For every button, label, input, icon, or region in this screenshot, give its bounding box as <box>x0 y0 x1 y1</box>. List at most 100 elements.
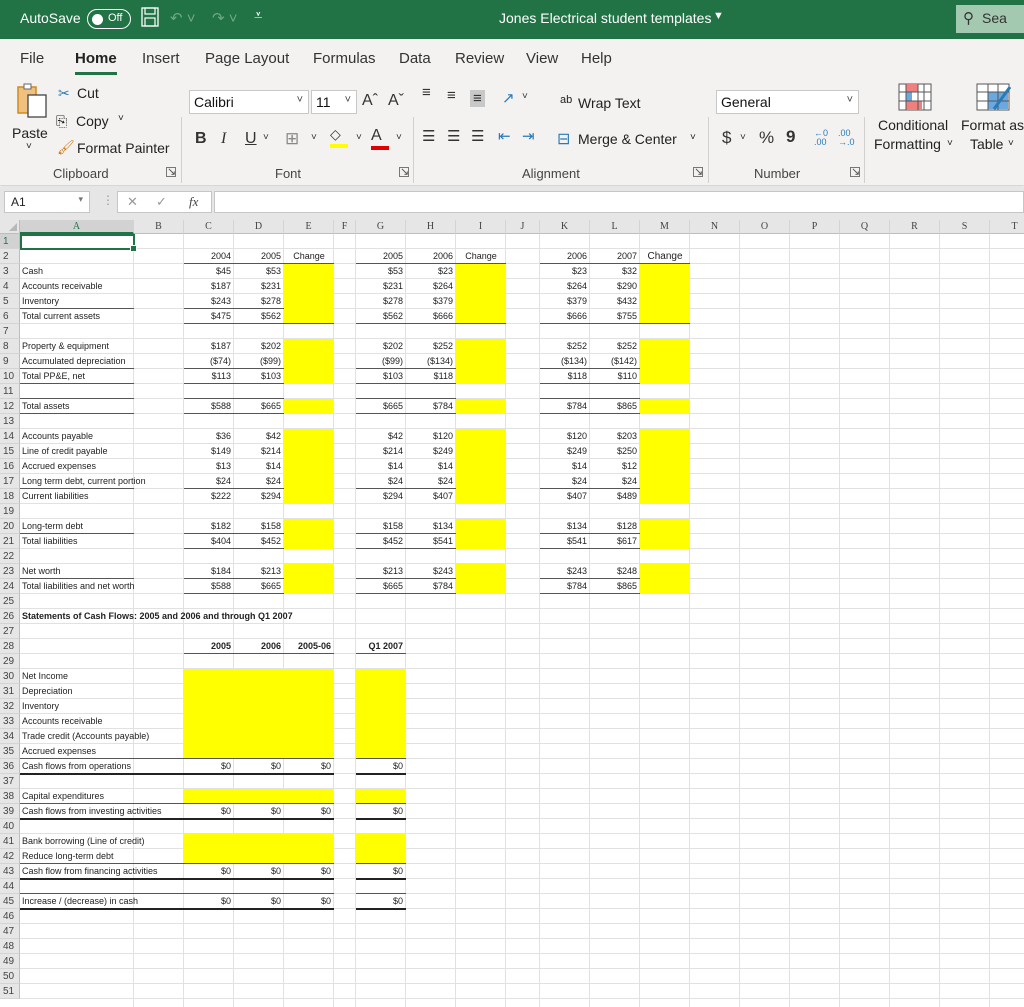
row-header-23[interactable]: 23 <box>0 564 20 579</box>
tab-home[interactable]: Home <box>75 50 117 75</box>
highlighted-cell-range[interactable] <box>184 789 334 804</box>
value-cell[interactable]: $103 <box>234 369 284 384</box>
value-cell[interactable]: $110 <box>590 369 640 384</box>
copy-button[interactable]: Copy <box>76 113 109 129</box>
row-label[interactable]: Accumulated depreciation <box>20 354 180 369</box>
value-cell[interactable]: $24 <box>184 474 234 489</box>
value-cell[interactable]: $562 <box>356 309 406 324</box>
value-cell[interactable]: $158 <box>234 519 284 534</box>
underline-button[interactable]: U <box>245 130 257 148</box>
row-header-13[interactable]: 13 <box>0 414 20 429</box>
row-header-27[interactable]: 27 <box>0 624 20 639</box>
row-header-8[interactable]: 8 <box>0 339 20 354</box>
value-cell[interactable]: $118 <box>406 369 456 384</box>
row-header-46[interactable]: 46 <box>0 909 20 924</box>
row-label[interactable]: Long term debt, current portion <box>20 474 180 489</box>
highlighted-cell-range[interactable] <box>356 789 406 804</box>
row-label[interactable]: Net Income <box>20 669 180 684</box>
row-header-40[interactable]: 40 <box>0 819 20 834</box>
value-cell[interactable]: ($74) <box>184 354 234 369</box>
row-label[interactable]: Long-term debt <box>20 519 180 534</box>
tab-review[interactable]: Review <box>455 50 504 67</box>
row-label[interactable]: Current liabilities <box>20 489 180 504</box>
value-cell[interactable]: $42 <box>234 429 284 444</box>
value-cell[interactable]: $489 <box>590 489 640 504</box>
row-header-47[interactable]: 47 <box>0 924 20 939</box>
row-label[interactable]: Trade credit (Accounts payable) <box>20 729 180 744</box>
value-cell[interactable]: $36 <box>184 429 234 444</box>
value-cell[interactable]: ($99) <box>356 354 406 369</box>
row-header-24[interactable]: 24 <box>0 579 20 594</box>
orientation-icon[interactable]: ↗ <box>502 89 515 107</box>
font-color-dropdown-icon[interactable]: ˅ <box>396 132 402 143</box>
value-cell[interactable]: $32 <box>590 264 640 279</box>
row-header-1[interactable]: 1 <box>0 234 20 249</box>
value-cell[interactable]: $12 <box>590 459 640 474</box>
highlighted-cell-range[interactable] <box>356 669 406 759</box>
row-header-34[interactable]: 34 <box>0 729 20 744</box>
change-header[interactable]: Change <box>640 249 690 264</box>
customize-toolbar-icon[interactable]: ⩡ <box>254 7 262 24</box>
row-label[interactable]: Total liabilities <box>20 534 180 549</box>
value-cell[interactable]: $784 <box>406 579 456 594</box>
row-header-10[interactable]: 10 <box>0 369 20 384</box>
value-cell[interactable]: $0 <box>284 759 334 774</box>
row-header-9[interactable]: 9 <box>0 354 20 369</box>
column-header-g[interactable]: G <box>356 220 406 234</box>
value-cell[interactable]: $45 <box>184 264 234 279</box>
value-cell[interactable]: $24 <box>540 474 590 489</box>
value-cell[interactable]: $24 <box>234 474 284 489</box>
column-header-n[interactable]: N <box>690 220 740 234</box>
value-cell[interactable]: $541 <box>406 534 456 549</box>
column-header-f[interactable]: F <box>334 220 356 234</box>
value-cell[interactable]: $202 <box>356 339 406 354</box>
value-cell[interactable]: $252 <box>540 339 590 354</box>
row-label[interactable]: Property & equipment <box>20 339 180 354</box>
value-cell[interactable]: ($142) <box>590 354 640 369</box>
spreadsheet-grid[interactable]: A B C D E F G H I J K L M N O P Q R S T 1 2 3 4 5 6 7 8 9 10 11 12 13 14 1… <box>0 220 1024 1007</box>
value-cell[interactable]: ($134) <box>540 354 590 369</box>
value-cell[interactable]: $0 <box>284 894 334 909</box>
tab-page-layout[interactable]: Page Layout <box>205 50 289 67</box>
highlighted-cell-range[interactable] <box>284 429 334 504</box>
value-cell[interactable]: $243 <box>184 294 234 309</box>
column-header-s[interactable]: S <box>940 220 990 234</box>
value-cell[interactable]: $562 <box>234 309 284 324</box>
value-cell[interactable]: $665 <box>234 579 284 594</box>
name-box[interactable]: A1 ▾ <box>4 191 90 213</box>
highlighted-cell-range[interactable] <box>284 564 334 594</box>
value-cell[interactable]: $0 <box>284 864 334 879</box>
value-cell[interactable]: $290 <box>590 279 640 294</box>
paste-dropdown-icon[interactable]: ˅ <box>26 141 32 152</box>
increase-indent-icon[interactable]: ⇥ <box>522 127 535 145</box>
value-cell[interactable]: $432 <box>590 294 640 309</box>
row-header-17[interactable]: 17 <box>0 474 20 489</box>
row-label[interactable]: Inventory <box>20 699 180 714</box>
column-header-l[interactable]: L <box>590 220 640 234</box>
value-cell[interactable]: $184 <box>184 564 234 579</box>
value-cell[interactable]: $0 <box>234 894 284 909</box>
row-header-42[interactable]: 42 <box>0 849 20 864</box>
column-header-h[interactable]: H <box>406 220 456 234</box>
value-cell[interactable]: $23 <box>406 264 456 279</box>
row-header-28[interactable]: 28 <box>0 639 20 654</box>
column-header-i[interactable]: I <box>456 220 506 234</box>
highlighted-cell-range[interactable] <box>284 399 334 414</box>
column-year-header[interactable]: 2005 <box>184 639 234 654</box>
column-header-c[interactable]: C <box>184 220 234 234</box>
value-cell[interactable]: $24 <box>356 474 406 489</box>
row-header-15[interactable]: 15 <box>0 444 20 459</box>
value-cell[interactable]: $214 <box>356 444 406 459</box>
column-year-header[interactable]: 2006 <box>406 249 456 264</box>
decrease-font-icon[interactable]: Aˇ <box>388 92 404 110</box>
row-label[interactable]: Cash flows from investing activities <box>20 804 180 819</box>
search-box[interactable]: ⚲ Sea <box>956 5 1024 33</box>
row-label[interactable]: Accrued expenses <box>20 459 180 474</box>
enter-icon[interactable]: ✓ <box>156 194 167 210</box>
document-title[interactable]: Jones Electrical student templates <box>499 10 711 26</box>
paste-button[interactable]: Paste ˅ <box>12 81 50 157</box>
value-cell[interactable]: $120 <box>406 429 456 444</box>
value-cell[interactable]: $0 <box>356 759 406 774</box>
value-cell[interactable]: $404 <box>184 534 234 549</box>
value-cell[interactable]: $379 <box>406 294 456 309</box>
